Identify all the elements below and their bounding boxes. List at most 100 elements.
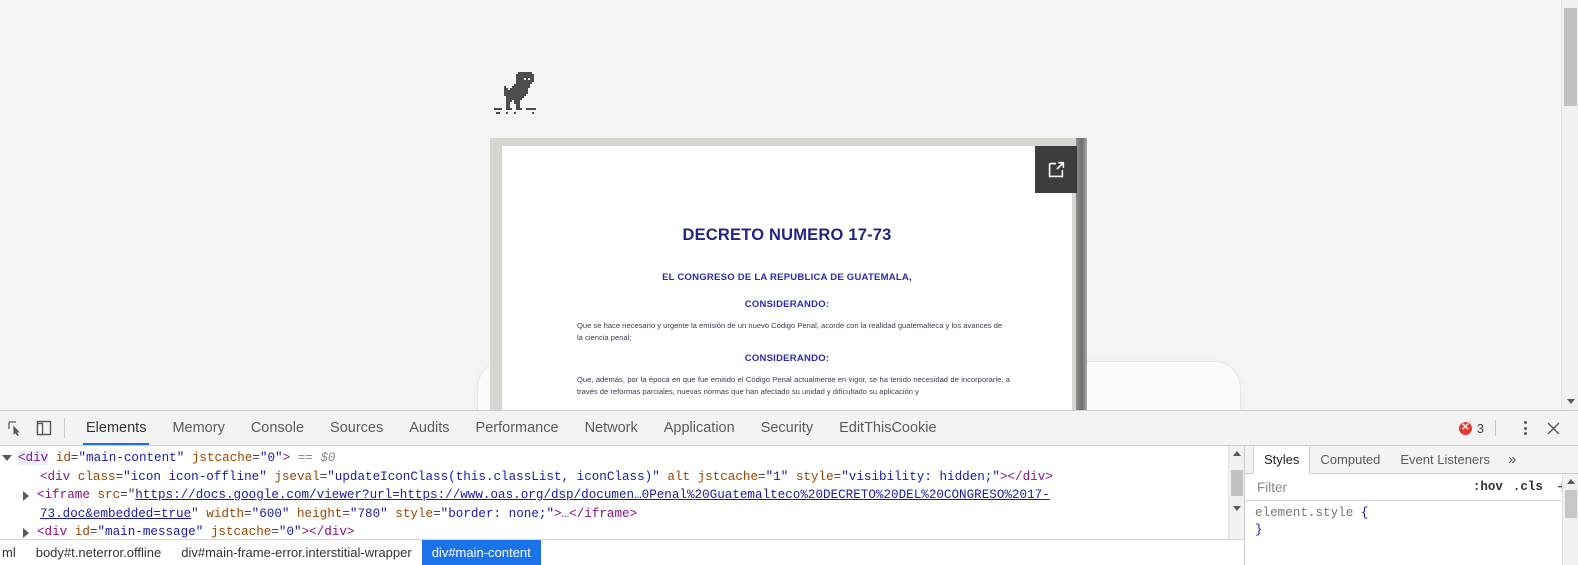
cls-toggle-button[interactable]: .cls xyxy=(1513,480,1543,494)
style-rule-close-brace: } xyxy=(1255,523,1263,537)
styles-rules: element.style { } xyxy=(1245,501,1578,565)
devtools-tab-sources[interactable]: Sources xyxy=(317,411,396,445)
dom-tag-close-3: > xyxy=(554,506,562,521)
devtools-toolbar-right: ✕ 3 xyxy=(1458,411,1578,445)
page-scrollbar-down-arrow[interactable] xyxy=(1562,394,1578,408)
inspect-element-icon[interactable] xyxy=(0,411,29,445)
dom-attr-src-link[interactable]: https://docs.google.com/viewer?url=https… xyxy=(135,488,1049,502)
dom-scrollbar-up-arrow[interactable] xyxy=(1229,446,1244,461)
styles-scrollbar-thumb[interactable] xyxy=(1565,490,1577,518)
toolbar-divider xyxy=(64,418,65,438)
devtools-tab-security[interactable]: Security xyxy=(748,411,826,445)
breadcrumb-item-3[interactable]: div#main-content xyxy=(421,540,541,565)
page-scrollbar[interactable] xyxy=(1561,0,1578,410)
breadcrumb: ml body#t.neterror.offline div#main-frame-… xyxy=(0,539,1244,565)
collapsed-triangle-icon-2[interactable] xyxy=(23,527,29,538)
document-heading-considerando-2: CONSIDERANDO: xyxy=(744,353,830,364)
dom-attr-src-link-2[interactable]: 73.doc&embedded=true xyxy=(40,507,191,521)
devtools-tab-console[interactable]: Console xyxy=(238,411,317,445)
viewer-scrollbar-shadow xyxy=(1076,138,1087,410)
dom-tree-scrollbar[interactable] xyxy=(1228,446,1244,539)
toolbar-divider-2 xyxy=(1495,420,1496,436)
styles-pane: StylesComputedEvent Listeners» :hov .cls… xyxy=(1245,446,1578,565)
chevron-up-icon xyxy=(1232,451,1241,456)
styles-tab-event-listeners[interactable]: Event Listeners xyxy=(1390,446,1500,473)
kebab-menu-icon[interactable] xyxy=(1512,415,1538,441)
devtools-tab-application[interactable]: Application xyxy=(651,411,748,445)
breadcrumb-item-0[interactable]: ml xyxy=(0,540,26,565)
dom-attr-style-3-value: "border: none;" xyxy=(440,506,555,521)
dom-attr-style-3: style xyxy=(395,506,434,521)
devtools-tab-elements[interactable]: Elements xyxy=(73,411,159,445)
dom-attr-width: width xyxy=(206,506,245,521)
styles-tab-styles[interactable]: Styles xyxy=(1253,446,1311,474)
dom-tag-open-4: <div xyxy=(37,525,68,539)
dom-scrollbar-thumb[interactable] xyxy=(1231,470,1243,496)
dom-attr-style-value: "visibility: hidden;" xyxy=(841,469,1000,484)
styles-tab-strip: Styles Computed Event Listeners» xyxy=(1245,446,1578,474)
dom-tag-open: <div xyxy=(18,451,49,465)
chevron-down-icon-2 xyxy=(1232,506,1241,511)
dom-tag-open-2: <div xyxy=(40,469,71,484)
open-in-new-window-icon[interactable] xyxy=(1035,146,1077,193)
styles-filter-input[interactable] xyxy=(1255,478,1463,496)
dom-attr-width-value: "600" xyxy=(251,506,290,521)
page-scrollbar-thumb[interactable] xyxy=(1564,8,1577,106)
dom-attr-jstcache-4-value: "0" xyxy=(278,525,302,539)
dom-node-main-content[interactable]: <div id="main-content" jstcache="0"> == … xyxy=(0,449,1244,468)
dom-closing-tag-4: </div> xyxy=(309,525,355,539)
dom-attr-jstcache-4: jstcache xyxy=(210,525,272,539)
breadcrumb-item-1[interactable]: body#t.neterror.offline xyxy=(26,540,172,565)
dom-attr-height-value: "780" xyxy=(349,506,388,521)
close-icon[interactable] xyxy=(1538,421,1568,436)
hov-toggle-button[interactable]: :hov xyxy=(1473,480,1503,494)
chrome-offline-dinosaur-icon xyxy=(488,70,538,118)
error-count-badge[interactable]: ✕ 3 xyxy=(1458,420,1496,436)
devtools-toolbar: Elements Memory Console Sources Audits Perfor… xyxy=(0,411,1578,446)
google-docs-viewer-iframe[interactable]: DECRETO NUMERO 17-73 EL CONGRESO DE LA R… xyxy=(490,138,1087,410)
dom-ellipsis[interactable]: … xyxy=(562,507,570,521)
dom-attr-jseval: jseval xyxy=(274,469,320,484)
devtools-tab-strip: Elements Memory Console Sources Audits Perfor… xyxy=(73,411,950,445)
error-circle-icon: ✕ xyxy=(1458,421,1472,435)
dom-attr-name-2: jstcache xyxy=(191,451,253,465)
devtools-tab-network[interactable]: Network xyxy=(572,411,651,445)
dom-tag-close: > xyxy=(282,451,291,465)
dom-node-icon-offline[interactable]: <div class="icon icon-offline" jseval="u… xyxy=(0,468,1244,487)
breadcrumb-item-2[interactable]: div#main-frame-error.interstitial-wrappe… xyxy=(171,540,421,565)
dom-closing-tag-2: </div> xyxy=(1007,469,1053,484)
dom-attr-value: "main-content" xyxy=(78,451,185,465)
chevron-down-icon xyxy=(1566,398,1575,404)
dom-attr-name: id xyxy=(55,451,71,465)
dom-node-iframe[interactable]: <iframe src="https://docs.google.com/vie… xyxy=(0,486,1244,505)
dom-tag-close-4: > xyxy=(301,525,310,539)
dom-tag-open-3: <iframe xyxy=(37,488,90,502)
styles-scrollbar[interactable] xyxy=(1562,474,1578,565)
document-title: DECRETO NUMERO 17-73 xyxy=(682,226,892,244)
dom-attr-id-4-value: "main-message" xyxy=(97,525,204,539)
dom-attr-class: class xyxy=(77,469,116,484)
dom-node-main-message[interactable]: <div id="main-message" jstcache="0"></di… xyxy=(0,523,1244,539)
dom-attr-jstcache: jstcache xyxy=(697,469,759,484)
screen-root: DECRETO NUMERO 17-73 EL CONGRESO DE LA R… xyxy=(0,0,1578,565)
chevron-double-right-icon[interactable]: » xyxy=(1500,446,1524,473)
toggle-device-toolbar-icon[interactable] xyxy=(29,411,58,445)
collapsed-triangle-icon[interactable] xyxy=(23,490,29,501)
dom-node-iframe-continued[interactable]: 73.doc&embedded=true" width="600" height… xyxy=(0,505,1244,524)
dom-scrollbar-down-arrow[interactable] xyxy=(1229,501,1244,516)
dom-attr-jseval-value: "updateIconClass(this.classList, iconCla… xyxy=(327,469,660,484)
dom-tag-close-2: > xyxy=(999,469,1008,484)
devtools-body: <div id="main-content" jstcache="0"> == … xyxy=(0,446,1578,565)
devtools-tab-memory[interactable]: Memory xyxy=(159,411,237,445)
document-heading-considerando-1: CONSIDERANDO: xyxy=(744,299,830,310)
styles-scrollbar-up-arrow[interactable] xyxy=(1563,474,1578,489)
devtools-tab-audits[interactable]: Audits xyxy=(396,411,462,445)
style-rule-element-style[interactable]: element.style { xyxy=(1255,505,1570,522)
styles-tab-computed[interactable]: Computed xyxy=(1310,446,1390,473)
expanded-triangle-icon[interactable] xyxy=(2,455,12,461)
dom-selection-marker: == $0 xyxy=(297,451,336,465)
styles-filter-row: :hov .cls + xyxy=(1245,474,1578,501)
devtools-tab-editthiscookie[interactable]: EditThisCookie xyxy=(826,411,950,445)
devtools-tab-performance[interactable]: Performance xyxy=(463,411,572,445)
dom-tree[interactable]: <div id="main-content" jstcache="0"> == … xyxy=(0,446,1244,539)
